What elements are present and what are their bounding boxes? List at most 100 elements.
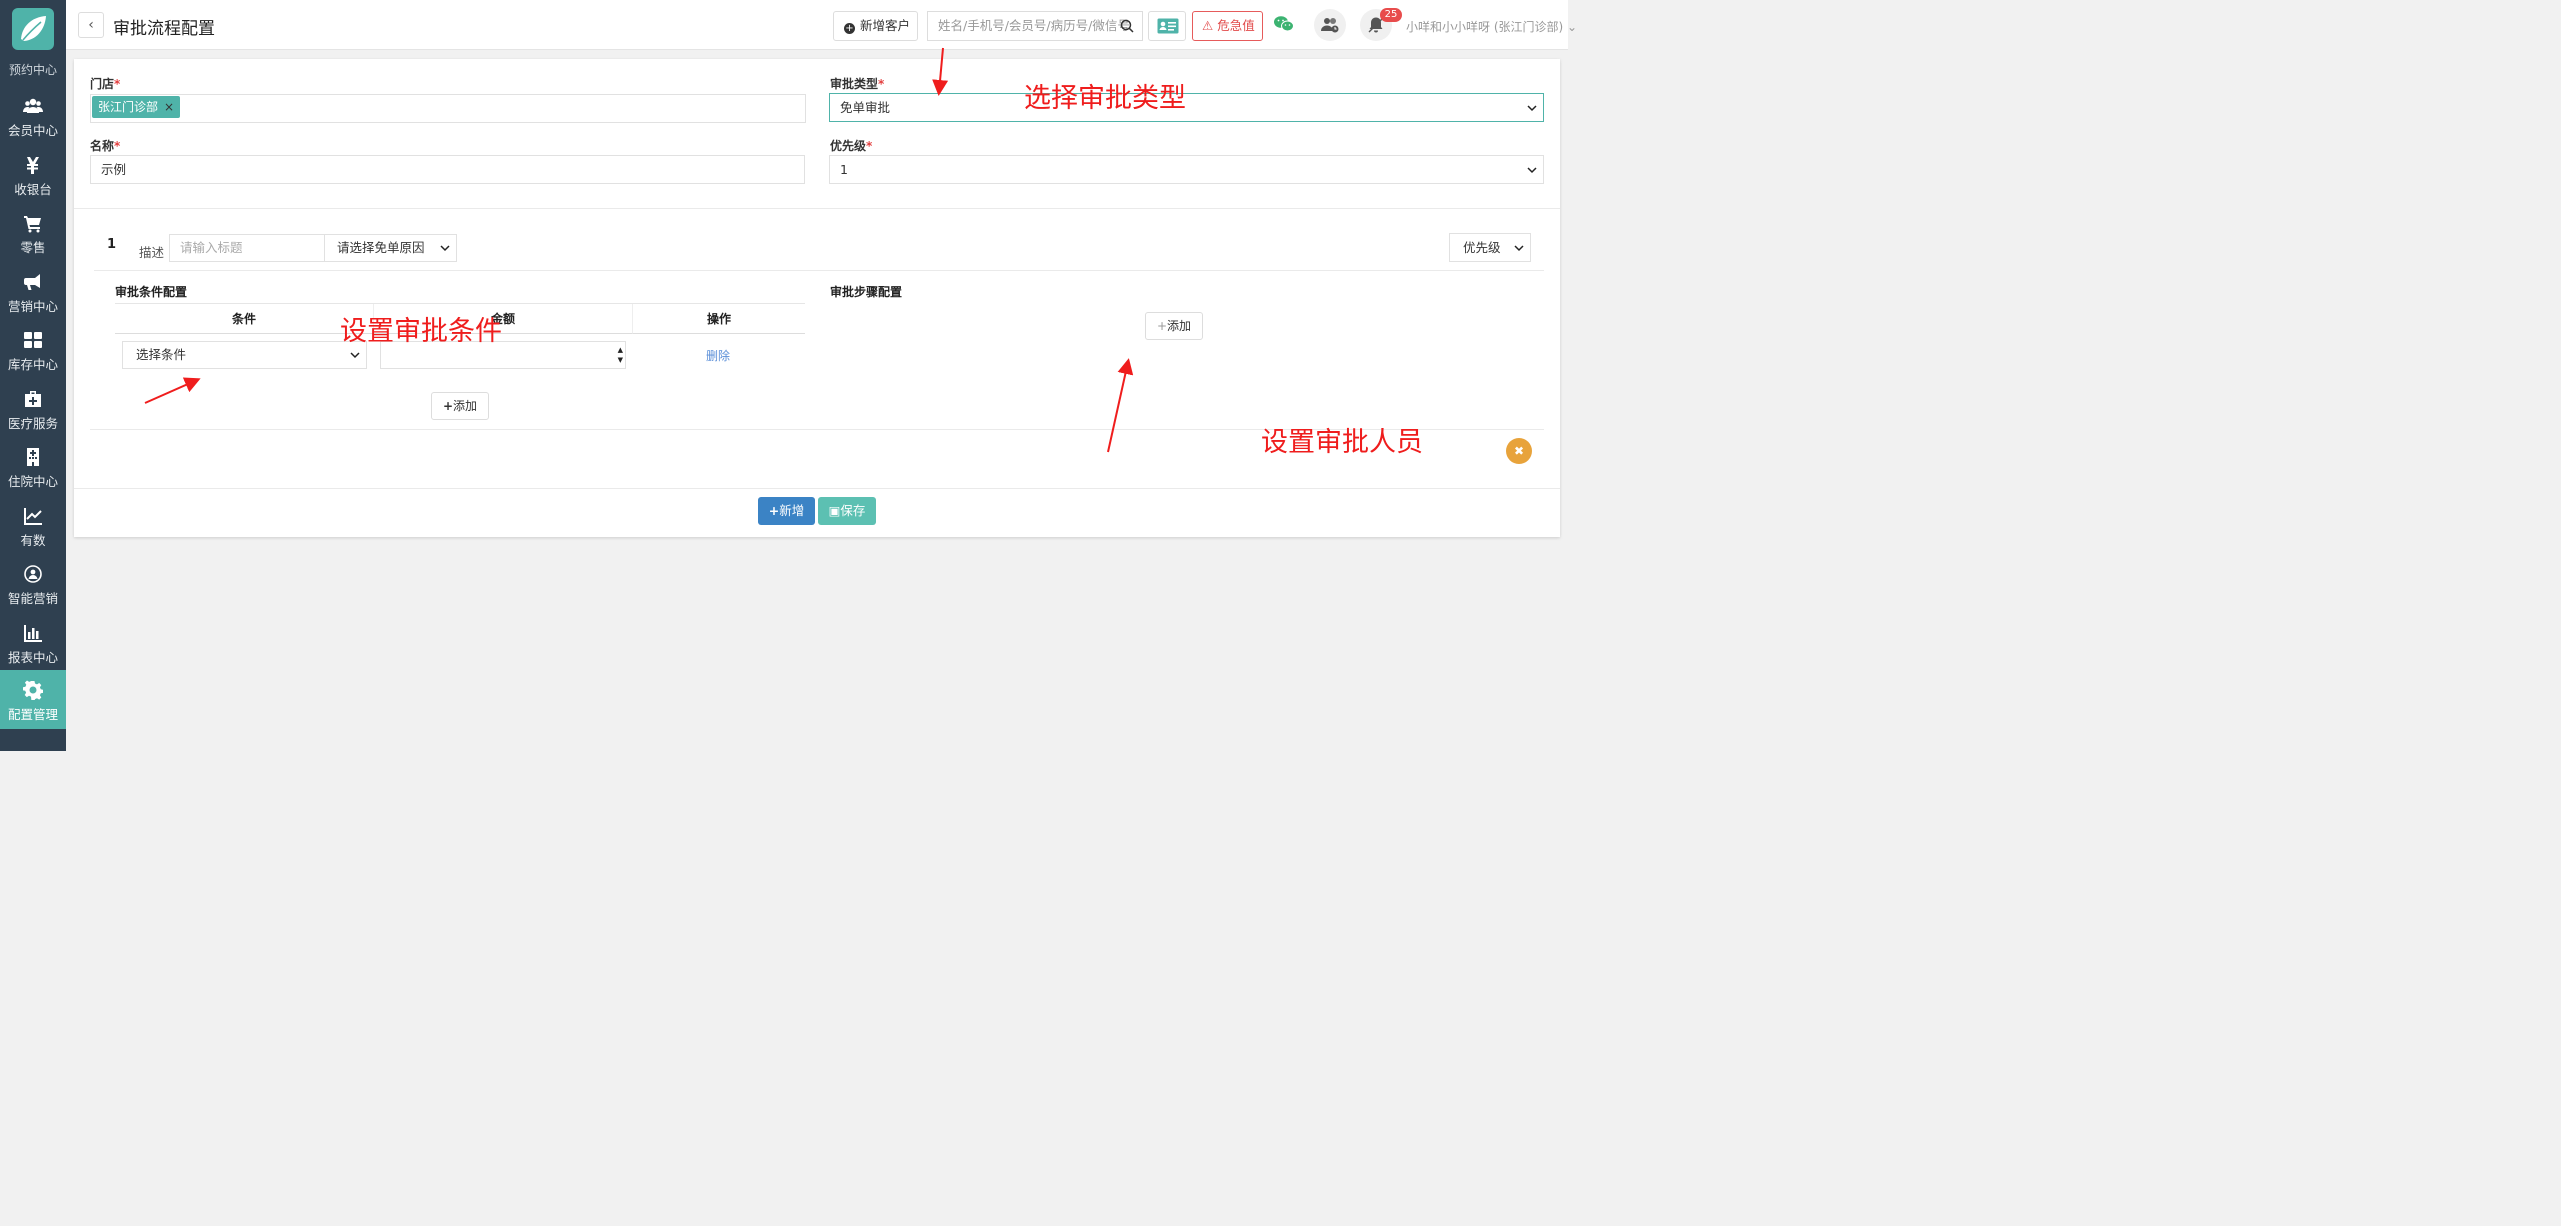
priority-select[interactable]: 1: [829, 155, 1544, 184]
chevron-down-icon: ⌄: [1567, 20, 1578, 34]
remove-rule-icon[interactable]: ✖: [1506, 438, 1532, 464]
search-icon[interactable]: [1120, 19, 1134, 33]
warning-icon: ⚠: [1202, 18, 1214, 33]
sidebar-item-label: 收银台: [14, 182, 52, 197]
priority-label: 优先级*: [830, 139, 873, 153]
annotation-select-type: 选择审批类型: [1024, 83, 1186, 114]
store-tag-label: 张江门诊部: [98, 100, 159, 114]
chevron-down-icon: [440, 245, 450, 252]
save-button[interactable]: ▣保存: [818, 497, 876, 525]
name-input[interactable]: 示例: [90, 155, 805, 184]
medkit-icon: [0, 389, 66, 415]
chevron-down-icon: [1527, 105, 1537, 112]
user-name: 小咩和小小咩呀 (张江门诊部): [1406, 20, 1564, 34]
approval-type-select[interactable]: 免单审批: [829, 93, 1544, 122]
waiver-reason-select[interactable]: 请选择免单原因: [324, 234, 457, 262]
sidebar-item-label: 零售: [20, 240, 46, 255]
sidebar-item-members[interactable]: 会员中心: [0, 90, 66, 148]
smart-marketing-icon: [0, 564, 66, 590]
waiver-reason-placeholder: 请选择免单原因: [337, 240, 425, 255]
sidebar-item-inpatient[interactable]: 住院中心: [0, 441, 66, 499]
store-label: 门店*: [90, 77, 121, 91]
megaphone-icon: [0, 272, 66, 298]
sidebar-item-label: 住院中心: [7, 474, 58, 489]
condition-select[interactable]: 选择条件: [122, 341, 367, 369]
critical-value-label: 危急值: [1217, 18, 1255, 33]
chevron-down-icon: [350, 352, 360, 359]
page-title: 审批流程配置: [113, 19, 215, 39]
sidebar-item-inventory[interactable]: 库存中心: [0, 324, 66, 382]
grid-icon: [0, 330, 66, 356]
plus-icon: +: [768, 503, 780, 518]
column-condition: 条件: [115, 304, 373, 334]
logo[interactable]: [12, 8, 54, 50]
divider: [74, 208, 1560, 209]
approval-type-label: 审批类型*: [830, 77, 885, 91]
sidebar-item-retail[interactable]: 零售: [0, 207, 66, 265]
add-condition-label: 添加: [453, 399, 478, 413]
chevron-down-icon: [1527, 167, 1537, 174]
priority-value: 1: [840, 162, 848, 177]
add-condition-button[interactable]: +添加: [431, 392, 489, 420]
delete-condition-link[interactable]: 删除: [706, 347, 730, 364]
sidebar-item-cashier[interactable]: 收银台: [0, 149, 66, 207]
annotation-set-conditions: 设置审批条件: [340, 316, 502, 347]
hospital-icon: [0, 447, 66, 473]
sidebar: 预约中心 会员中心 收银台 零售 营销中心 库存中心 医疗服务 住院中心 有数 …: [0, 0, 66, 751]
yen-icon: [0, 155, 66, 181]
rule-priority-select[interactable]: 优先级: [1449, 233, 1531, 262]
staff-status-button[interactable]: [1314, 9, 1346, 41]
sidebar-item-label: 营销中心: [7, 299, 58, 314]
plus-icon: +: [442, 399, 454, 413]
top-bar: ‹ 审批流程配置 + 新增客户 姓名/手机号/会员号/病历号/微信号 ⚠ 危急值 …: [66, 0, 1577, 50]
member-card-button[interactable]: [1148, 11, 1186, 41]
chevron-down-icon: [1514, 245, 1524, 252]
title-input[interactable]: 请输入标题: [169, 234, 325, 262]
sidebar-item-label: 会员中心: [7, 123, 58, 138]
users-icon: [1321, 18, 1339, 33]
line-chart-icon: [0, 506, 66, 532]
sidebar-item-analytics[interactable]: 有数: [0, 500, 66, 558]
condition-select-value: 选择条件: [136, 347, 187, 362]
members-icon: [0, 96, 66, 122]
gear-icon: [0, 680, 66, 706]
cart-icon: [0, 213, 66, 239]
stepper-arrows-icon[interactable]: ▲ ▼: [618, 345, 623, 365]
new-customer-label: 新增客户: [860, 18, 911, 33]
new-rule-label: 新增: [779, 503, 805, 518]
sidebar-item-medical[interactable]: 医疗服务: [0, 383, 66, 441]
divider: [94, 270, 1544, 271]
new-customer-button[interactable]: + 新增客户: [833, 11, 918, 41]
sidebar-item-label: 配置管理: [7, 707, 58, 722]
rule-index: 1: [107, 237, 117, 252]
store-tag[interactable]: 张江门诊部 ×: [92, 96, 181, 118]
sidebar-item-appointment[interactable]: 预约中心: [0, 58, 66, 78]
sidebar-item-settings[interactable]: 配置管理: [0, 670, 66, 729]
new-rule-button[interactable]: +新增: [758, 497, 815, 525]
title-placeholder: 请输入标题: [180, 240, 243, 255]
plus-circle-icon: +: [844, 23, 855, 34]
sidebar-item-smart-marketing[interactable]: 智能营销: [0, 558, 66, 616]
remove-tag-icon[interactable]: ×: [164, 100, 174, 114]
steps-title: 审批步骤配置: [830, 285, 903, 299]
sidebar-item-label: 医疗服务: [7, 416, 58, 431]
back-button[interactable]: ‹: [78, 12, 104, 38]
customer-search-input[interactable]: 姓名/手机号/会员号/病历号/微信号: [927, 11, 1143, 41]
user-menu[interactable]: 小咩和小小咩呀 (张江门诊部) ⌄: [1406, 18, 1577, 35]
plus-icon: +: [1156, 319, 1168, 333]
store-multiselect[interactable]: [90, 94, 806, 123]
save-icon: ▣: [828, 503, 841, 518]
description-label: 描述: [139, 245, 165, 260]
approval-type-value: 免单审批: [840, 100, 891, 115]
annotation-set-approvers: 设置审批人员: [1261, 427, 1423, 458]
column-action: 操作: [632, 304, 805, 334]
critical-value-button[interactable]: ⚠ 危急值: [1192, 11, 1263, 41]
name-label: 名称*: [90, 139, 121, 153]
divider: [74, 488, 1560, 489]
add-step-button[interactable]: +添加: [1145, 312, 1203, 340]
sidebar-item-reports[interactable]: 报表中心: [0, 617, 66, 675]
conditions-title: 审批条件配置: [115, 285, 188, 299]
wechat-icon[interactable]: [1273, 14, 1295, 34]
sidebar-item-marketing[interactable]: 营销中心: [0, 266, 66, 324]
rule-priority-label: 优先级: [1463, 240, 1501, 255]
